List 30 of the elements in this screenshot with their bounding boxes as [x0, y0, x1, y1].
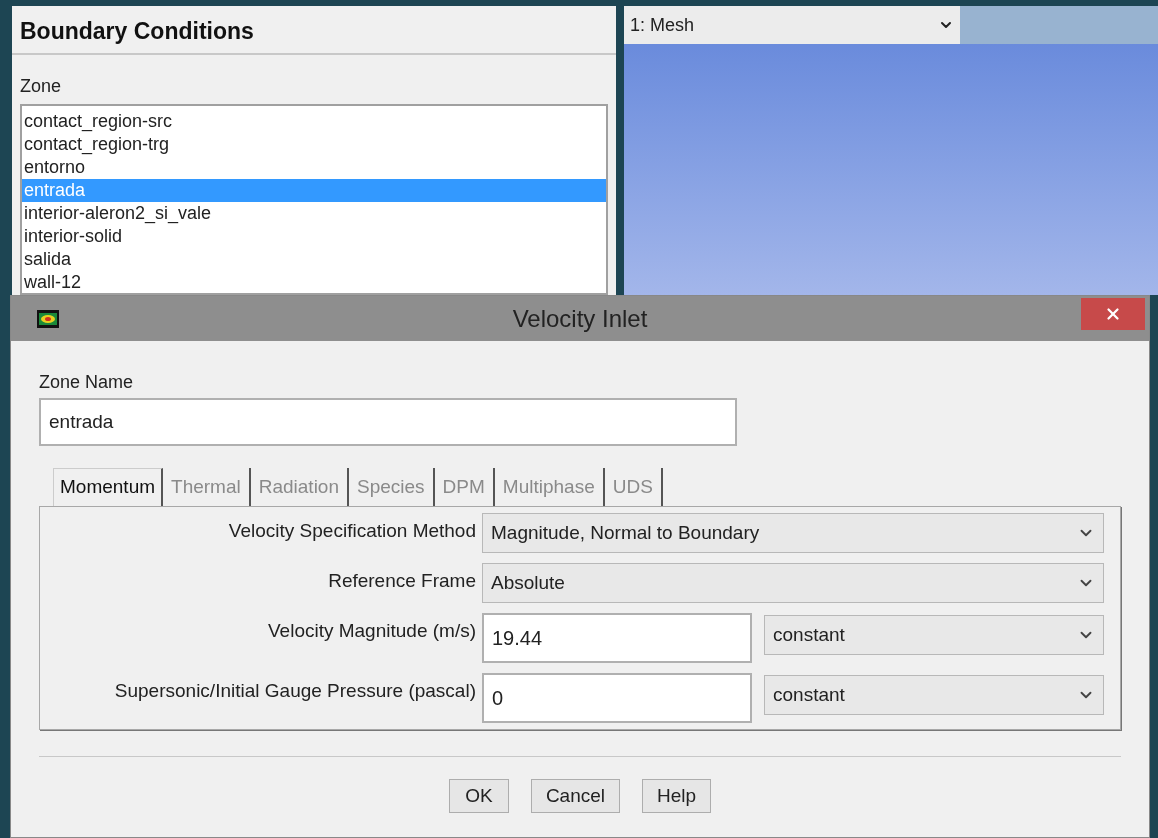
zone-item[interactable]: interior-aleron2_si_vale: [22, 201, 606, 225]
field-label: Reference Frame: [327, 569, 477, 593]
window-select[interactable]: 1: Mesh: [624, 6, 960, 44]
profile-dropdown[interactable]: constant: [764, 675, 1104, 715]
dialog-button[interactable]: OK: [448, 779, 509, 813]
dropdown[interactable]: Absolute: [482, 563, 1104, 603]
value-field[interactable]: 0: [482, 673, 752, 723]
dialog-button[interactable]: Cancel: [530, 779, 621, 813]
close-button[interactable]: [1081, 298, 1145, 330]
profile-dropdown[interactable]: constant: [764, 615, 1104, 655]
field-label: Supersonic/Initial Gauge Pressure (pascal): [113, 679, 477, 703]
app-icon: [37, 309, 59, 328]
zone-item[interactable]: interior-solid: [22, 224, 606, 248]
dialog-button[interactable]: Help: [642, 779, 712, 813]
zone-name-field[interactable]: entrada: [39, 398, 737, 446]
panel-title: Boundary Conditions: [20, 18, 254, 44]
value-field[interactable]: 19.44: [482, 613, 752, 663]
dropdown[interactable]: Magnitude, Normal to Boundary: [482, 513, 1104, 553]
zone-name-label: Zone Name: [39, 371, 135, 394]
zone-item[interactable]: contact_region-src: [22, 109, 606, 133]
dialog-title: Velocity Inlet: [512, 303, 648, 334]
field-label: Velocity Specification Method: [227, 519, 477, 543]
zone-item[interactable]: contact_region-trg: [22, 132, 606, 156]
tab[interactable]: Momentum: [53, 468, 164, 506]
zone-item[interactable]: entorno: [22, 155, 606, 179]
close-icon: [1104, 305, 1122, 323]
field-label: Velocity Magnitude (m/s): [266, 619, 477, 643]
zone-label: Zone: [19, 74, 63, 98]
zone-item[interactable]: wall-12: [22, 270, 606, 293]
zone-item[interactable]: salida: [22, 247, 606, 271]
